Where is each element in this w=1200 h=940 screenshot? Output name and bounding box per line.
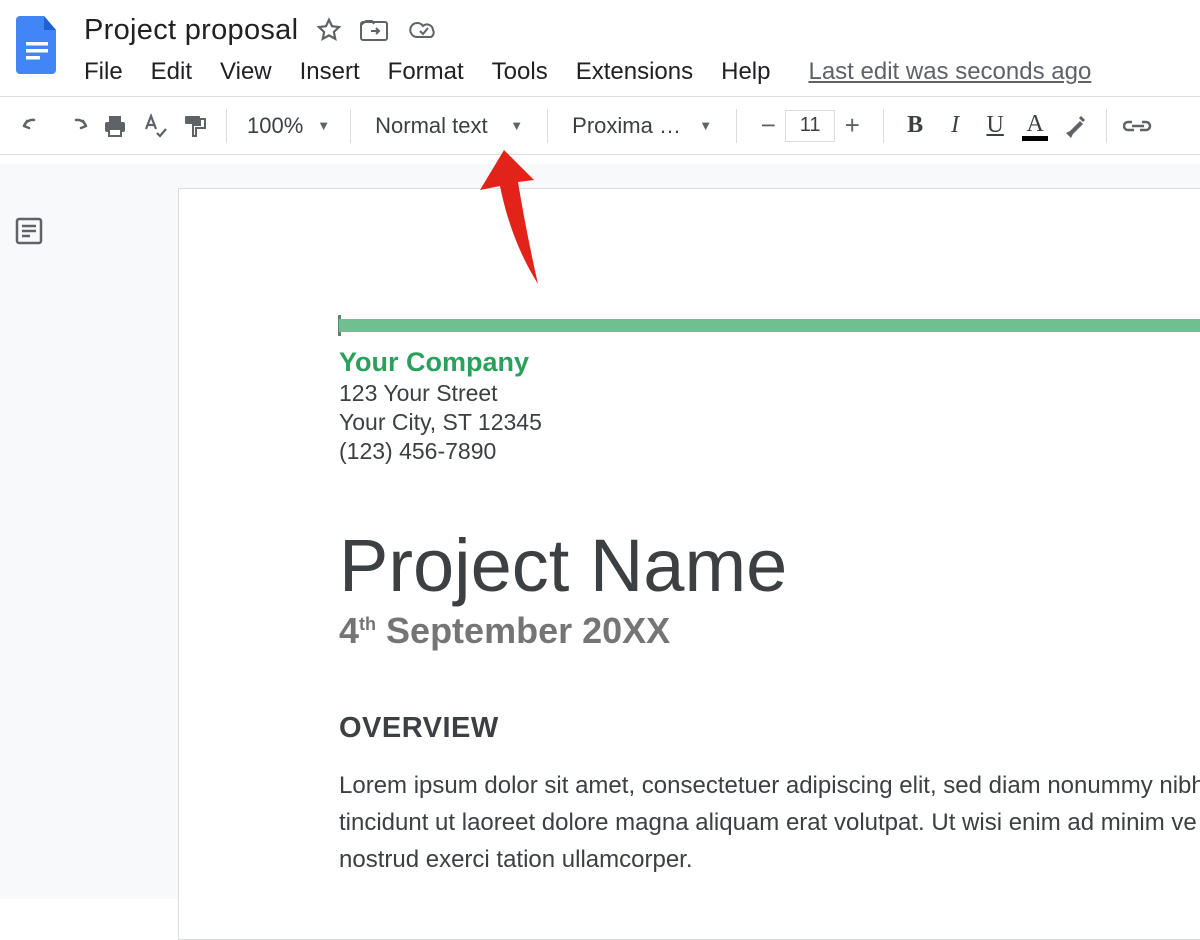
- app-header: Project proposal File: [0, 0, 1200, 86]
- document-page[interactable]: Your Company 123 Your Street Your City, …: [178, 188, 1200, 940]
- zoom-value: 100%: [247, 113, 303, 139]
- header-main: Project proposal File: [84, 8, 1091, 86]
- text-color-swatch: [1022, 136, 1048, 141]
- paragraph-style-dropdown[interactable]: Normal text ▼: [365, 113, 533, 139]
- zoom-dropdown[interactable]: 100% ▼: [241, 113, 336, 139]
- separator: [226, 109, 227, 143]
- spellcheck-button[interactable]: [138, 109, 172, 143]
- separator: [1106, 109, 1107, 143]
- move-icon[interactable]: [360, 18, 390, 42]
- text-color-letter: A: [1026, 111, 1043, 138]
- paint-format-button[interactable]: [178, 109, 212, 143]
- menu-insert[interactable]: Insert: [300, 58, 360, 86]
- overview-body: Lorem ipsum dolor sit amet, consectetuer…: [339, 767, 1200, 879]
- print-button[interactable]: [98, 109, 132, 143]
- chevron-down-icon: ▼: [510, 118, 523, 133]
- date-rest: September 20XX: [376, 610, 670, 651]
- address-line-1: 123 Your Street: [339, 380, 1200, 407]
- address-line-2: Your City, ST 12345: [339, 409, 1200, 436]
- toolbar: 100% ▼ Normal text ▼ Proxima N… ▼ − + B …: [0, 96, 1200, 155]
- menu-help[interactable]: Help: [721, 58, 770, 86]
- font-size-input[interactable]: [785, 110, 835, 142]
- date-day: 4: [339, 610, 359, 651]
- docs-logo-icon[interactable]: [16, 16, 60, 74]
- company-name: Your Company: [339, 347, 1200, 378]
- underline-button[interactable]: U: [978, 112, 1012, 139]
- separator: [883, 109, 884, 143]
- chevron-down-icon: ▼: [699, 118, 712, 133]
- project-title: Project Name: [339, 523, 1200, 608]
- menu-extensions[interactable]: Extensions: [576, 58, 693, 86]
- separator: [350, 109, 351, 143]
- document-title[interactable]: Project proposal: [84, 14, 298, 47]
- font-family-dropdown[interactable]: Proxima N… ▼: [562, 113, 722, 139]
- date-suffix: th: [359, 614, 376, 634]
- menu-tools[interactable]: Tools: [492, 58, 548, 86]
- canvas: Your Company 123 Your Street Your City, …: [0, 164, 1200, 899]
- menu-format[interactable]: Format: [388, 58, 464, 86]
- last-edit-link[interactable]: Last edit was seconds ago: [808, 58, 1091, 86]
- highlight-color-button[interactable]: [1058, 109, 1092, 143]
- increase-font-button[interactable]: +: [835, 109, 869, 143]
- italic-button[interactable]: I: [938, 112, 972, 139]
- cloud-status-icon[interactable]: [408, 18, 440, 42]
- font-size-group: − +: [751, 109, 869, 143]
- undo-button[interactable]: [18, 109, 52, 143]
- menu-edit[interactable]: Edit: [151, 58, 192, 86]
- phone: (123) 456-7890: [339, 438, 1200, 465]
- decrease-font-button[interactable]: −: [751, 109, 785, 143]
- chevron-down-icon: ▼: [317, 118, 330, 133]
- font-label: Proxima N…: [572, 113, 692, 139]
- separator: [736, 109, 737, 143]
- bold-button[interactable]: B: [898, 112, 932, 139]
- menu-bar: File Edit View Insert Format Tools Exten…: [84, 58, 1091, 86]
- document-outline-button[interactable]: [14, 216, 44, 251]
- text-color-button[interactable]: A: [1018, 111, 1052, 141]
- style-label: Normal text: [375, 113, 487, 139]
- insert-link-button[interactable]: [1121, 109, 1155, 143]
- project-date: 4th September 20XX: [339, 610, 1200, 652]
- overview-heading: OVERVIEW: [339, 712, 1200, 745]
- title-row: Project proposal: [84, 8, 1091, 52]
- menu-view[interactable]: View: [220, 58, 272, 86]
- redo-button[interactable]: [58, 109, 92, 143]
- star-icon[interactable]: [316, 17, 342, 43]
- accent-bar: [339, 319, 1200, 332]
- separator: [547, 109, 548, 143]
- menu-file[interactable]: File: [84, 58, 123, 86]
